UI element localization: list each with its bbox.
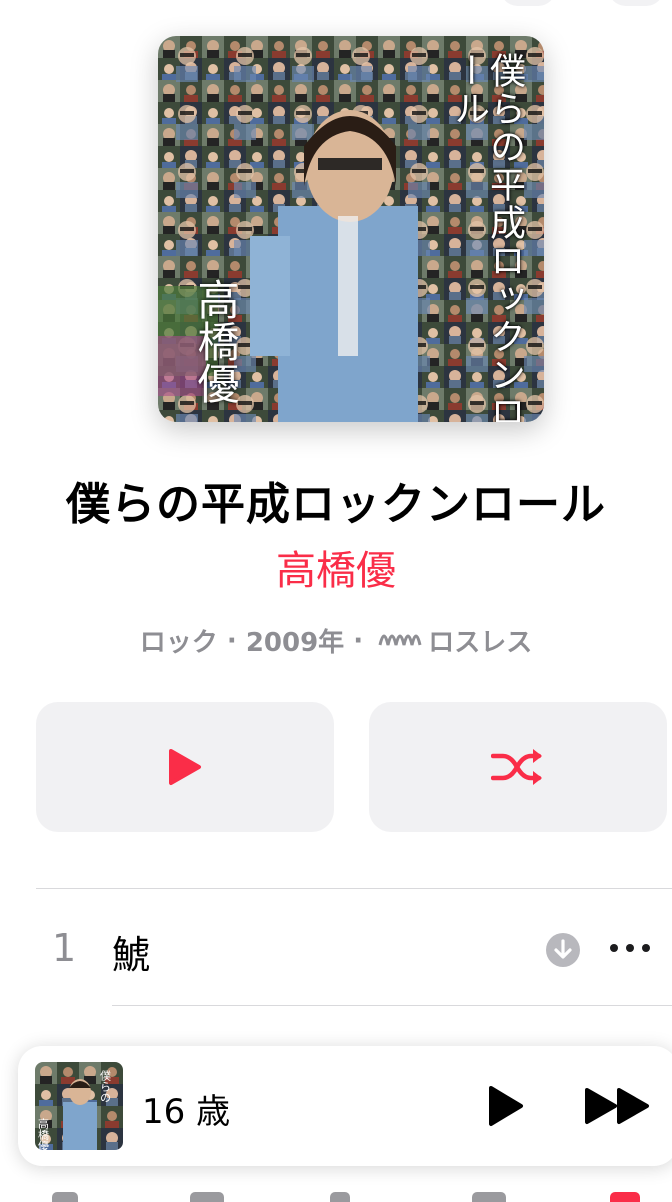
mini-forward-button[interactable] xyxy=(584,1086,652,1130)
artist-link[interactable]: 高橋優 xyxy=(0,538,672,596)
track-number: 1 xyxy=(52,926,77,970)
album-artwork: 僕らの平成ロックンロール 高橋優 xyxy=(158,36,544,422)
svg-text:僕らの: 僕らの xyxy=(99,1070,112,1103)
now-playing-title: 16 歳 xyxy=(142,1092,231,1132)
top-partial-button[interactable] xyxy=(608,0,664,6)
meta-separator: · xyxy=(226,625,237,656)
track-row[interactable]: 1 鯱 xyxy=(0,890,672,1004)
genre-label: ロック xyxy=(139,628,218,658)
downloaded-icon xyxy=(545,932,581,972)
play-button[interactable] xyxy=(36,702,334,832)
album-meta: ロック · 2009年 · ロスレス xyxy=(0,622,672,659)
tab-library-icon[interactable] xyxy=(472,1192,506,1202)
tab-search-icon[interactable] xyxy=(610,1192,640,1202)
mini-player[interactable]: 僕らの 高橋優 16 歳 xyxy=(18,1046,672,1166)
mini-player-artwork: 僕らの 高橋優 xyxy=(35,1062,123,1150)
lossless-label: ロスレス xyxy=(428,628,533,658)
artwork-album-title: 僕らの平成ロックンロール xyxy=(448,52,525,422)
shuffle-button[interactable] xyxy=(369,702,667,832)
play-icon xyxy=(169,749,201,785)
track-title: 鯱 xyxy=(112,933,151,977)
play-icon xyxy=(489,1086,523,1126)
divider xyxy=(112,1005,672,1006)
lossless-icon xyxy=(378,625,422,656)
year-label: 2009年 xyxy=(245,628,345,658)
tab-radio-icon[interactable] xyxy=(330,1192,350,1202)
svg-text:高橋優: 高橋優 xyxy=(37,1117,50,1150)
shuffle-icon xyxy=(491,749,542,785)
tab-bar xyxy=(0,1178,672,1202)
fast-forward-icon xyxy=(585,1088,649,1124)
top-partial-button[interactable] xyxy=(500,0,556,6)
tab-browse-icon[interactable] xyxy=(190,1192,224,1202)
more-options-icon[interactable] xyxy=(608,930,652,970)
divider xyxy=(36,888,672,889)
meta-separator: · xyxy=(353,625,364,656)
artwork-artist-name: 高橋優 xyxy=(191,278,240,404)
album-title: 僕らの平成ロックンロール xyxy=(66,479,606,530)
tab-home-icon[interactable] xyxy=(52,1192,78,1202)
mini-play-button[interactable] xyxy=(486,1084,526,1132)
